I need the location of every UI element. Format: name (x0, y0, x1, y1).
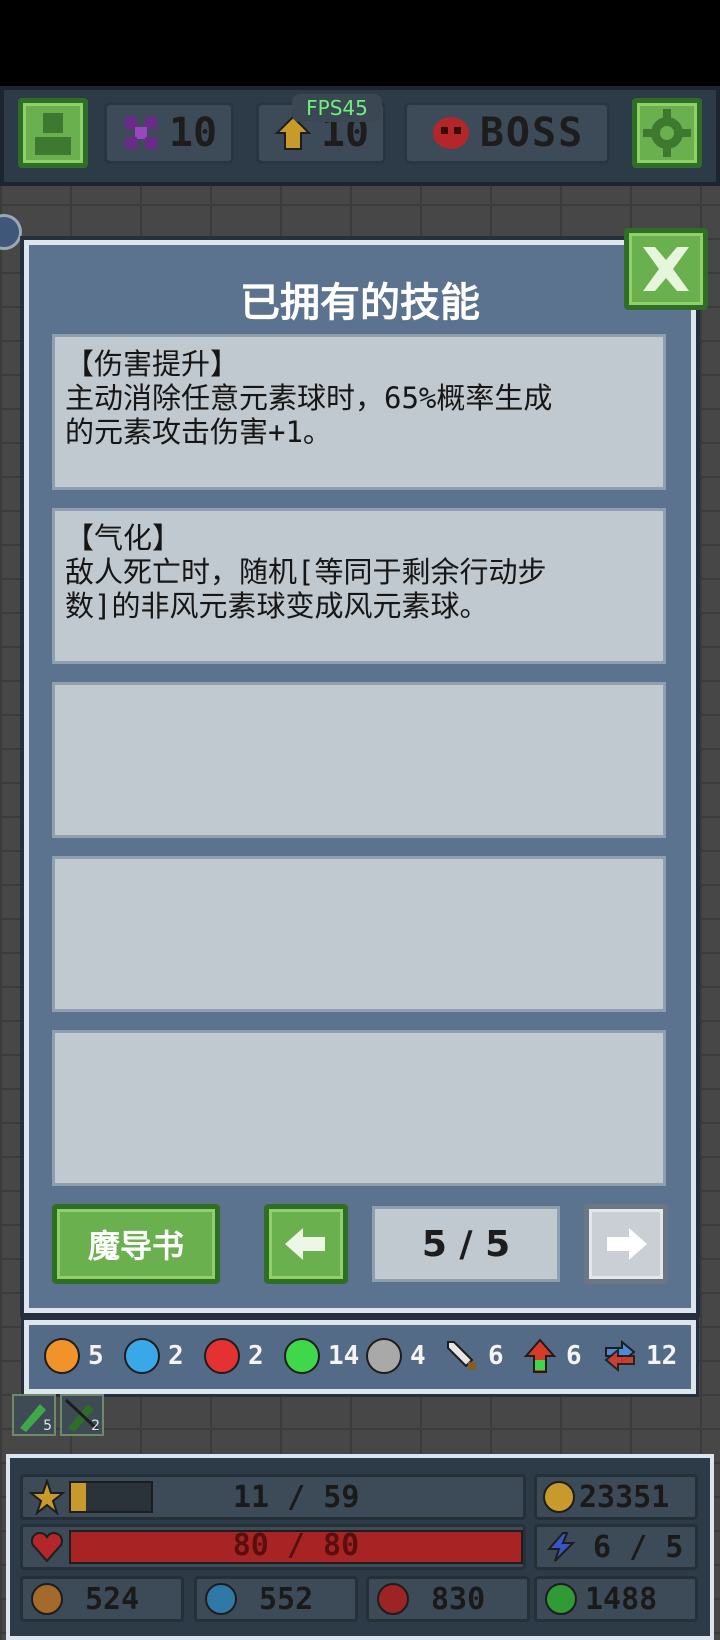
arrow-left-icon (285, 1228, 325, 1260)
orange-total: 524 (20, 1576, 184, 1622)
red-total: 830 (366, 1576, 530, 1622)
close-button[interactable] (624, 228, 708, 310)
status-bar (0, 0, 720, 86)
resource-count: 2 (168, 1341, 184, 1371)
resource-attack-up: 6 (522, 1336, 582, 1376)
exp-bar-fill (71, 1483, 87, 1511)
gear-icon (643, 109, 691, 157)
gold-counter: 23351 (534, 1474, 698, 1520)
grimoire-label: 魔导书 (87, 1227, 184, 1265)
panel-title: 已拥有的技能 (240, 280, 480, 326)
energy-counter: 6 / 5 (534, 1524, 698, 1570)
resource-green: 14 (284, 1336, 359, 1376)
arrow-right-icon (607, 1228, 647, 1260)
grimoire-button[interactable]: 魔导书 (52, 1204, 220, 1284)
resource-count: 12 (646, 1341, 678, 1371)
resource-swap: 12 (602, 1336, 677, 1376)
resource-gray: 4 (366, 1336, 426, 1376)
green-skill-item[interactable]: 5 (12, 1394, 56, 1436)
resource-blue: 2 (124, 1336, 184, 1376)
blue-total: 552 (194, 1576, 358, 1622)
boss-button[interactable]: BOSS (404, 102, 610, 164)
red-total-value: 830 (431, 1581, 486, 1617)
resource-orange: 5 (44, 1336, 104, 1376)
skill-slot-4[interactable] (52, 856, 666, 1012)
orange-orb-icon (31, 1583, 63, 1615)
green-orb-icon (545, 1583, 577, 1615)
green-total-value: 1488 (585, 1581, 658, 1617)
heart-icon (30, 1532, 63, 1563)
boss-label: BOSS (479, 110, 585, 156)
orange-total-value: 524 (85, 1581, 140, 1617)
gray-orb-icon (366, 1338, 402, 1374)
resource-count: 5 (88, 1341, 104, 1371)
skill-text-1: 【伤害提升】 主动消除任意元素球时，65%概率生成 的元素攻击伤害+1。 (65, 347, 553, 449)
exp-bar (69, 1481, 153, 1513)
blue-orb-icon (124, 1338, 160, 1374)
red-orb-icon (377, 1583, 409, 1615)
lightning-icon (546, 1532, 576, 1562)
hp-row: 80 / 80 (20, 1524, 526, 1570)
blue-orb-icon (205, 1583, 237, 1615)
resource-red: 2 (204, 1336, 264, 1376)
skill-slot-3[interactable] (52, 682, 666, 838)
skill-text-2: 【气化】 敌人死亡时，随机[等同于剩余行动步 数]的非风元素球变成风元素球。 (65, 521, 547, 623)
skill-text-3 (55, 685, 663, 705)
skill-slot-2[interactable]: 【气化】 敌人死亡时，随机[等同于剩余行动步 数]的非风元素球变成风元素球。 (52, 508, 666, 664)
exp-value: 11 / 59 (233, 1479, 360, 1515)
green-total: 1488 (534, 1576, 698, 1622)
energy-value: 6 / 5 (593, 1529, 684, 1565)
prev-page-button[interactable] (264, 1204, 348, 1284)
sword-icon (447, 1341, 476, 1370)
dark-skill-item[interactable]: 2 (60, 1394, 104, 1436)
skill-slot-5[interactable] (52, 1030, 666, 1186)
attack-up-icon (523, 1338, 557, 1373)
gems-counter: 10 (104, 102, 234, 164)
green-orb-icon (284, 1338, 320, 1374)
close-icon (643, 247, 689, 291)
red-orb-icon (204, 1338, 240, 1374)
resource-count: 4 (410, 1341, 426, 1371)
swap-icon (604, 1339, 636, 1373)
settings-button[interactable] (632, 98, 702, 168)
page-indicator: 5 / 5 (372, 1206, 560, 1282)
hp-value: 80 / 80 (232, 1528, 360, 1563)
resource-count: 14 (328, 1341, 360, 1371)
skill-slot-1[interactable]: 【伤害提升】 主动消除任意元素球时，65%概率生成 的元素攻击伤害+1。 (52, 334, 666, 490)
next-page-button[interactable] (584, 1204, 668, 1284)
skill-text-5 (55, 1033, 663, 1053)
boss-skull-icon (432, 117, 469, 149)
resource-count: 2 (248, 1341, 264, 1371)
resource-count: 6 (566, 1341, 582, 1371)
gold-coin-icon (543, 1481, 575, 1513)
person-icon (35, 113, 71, 155)
blue-total-value: 552 (259, 1581, 314, 1617)
skill-text-4 (55, 859, 663, 879)
hp-bar: 80 / 80 (68, 1528, 523, 1564)
dark-skill-count: 2 (91, 1418, 100, 1434)
orange-orb-icon (44, 1338, 80, 1374)
exp-row: 11 / 59 (20, 1474, 526, 1520)
resource-sword: 6 (444, 1336, 504, 1376)
star-icon (29, 1479, 65, 1515)
purple-gem-icon (124, 117, 157, 149)
gems-count: 10 (168, 110, 218, 156)
resource-count: 6 (488, 1341, 504, 1371)
green-skill-count: 5 (43, 1418, 52, 1434)
profile-button[interactable] (18, 98, 88, 168)
fps-counter: FPS45 (292, 94, 382, 122)
gold-value: 23351 (579, 1479, 670, 1515)
